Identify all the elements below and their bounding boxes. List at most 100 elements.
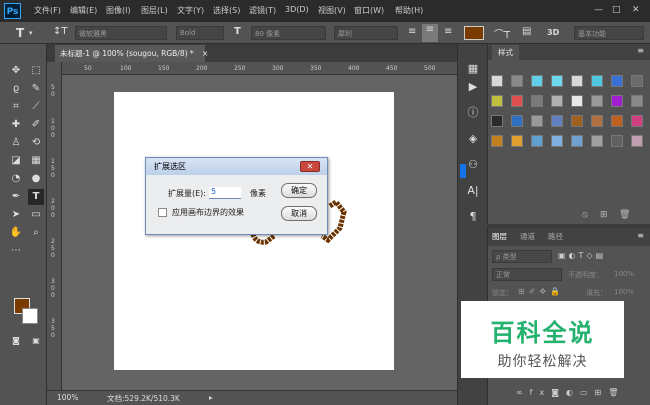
style-swatch[interactable] xyxy=(631,95,643,107)
style-swatch[interactable] xyxy=(631,75,643,87)
marquee-tool-icon[interactable]: ⬚ xyxy=(29,64,43,78)
opacity-value[interactable]: 100% xyxy=(614,270,634,278)
ok-button[interactable]: 确定 xyxy=(281,183,317,198)
font-family-select[interactable]: 微软雅黑 xyxy=(75,26,167,40)
quick-select-tool-icon[interactable]: ✎ xyxy=(29,82,43,96)
cancel-button[interactable]: 取消 xyxy=(281,206,317,221)
layer-filter-icons[interactable]: ▣◐T◇▤ xyxy=(558,251,606,260)
apply-canvas-bounds-checkbox[interactable] xyxy=(158,208,167,217)
history-brush-tool-icon[interactable]: ⟲ xyxy=(29,136,43,150)
blend-mode-select[interactable]: 正常 xyxy=(492,268,562,281)
style-swatch[interactable] xyxy=(531,135,543,147)
style-swatch[interactable] xyxy=(611,115,623,127)
quick-mask-icon[interactable]: ◙ xyxy=(9,334,23,348)
eraser-tool-icon[interactable]: ◪ xyxy=(9,154,23,168)
style-swatch[interactable] xyxy=(491,115,503,127)
style-swatch[interactable] xyxy=(611,135,623,147)
rectangle-tool-icon[interactable]: ▭ xyxy=(29,208,43,222)
text-color-swatch[interactable] xyxy=(464,26,484,40)
layer-filter-select[interactable]: ρ 类型 xyxy=(492,250,552,263)
style-swatch[interactable] xyxy=(591,135,603,147)
move-tool-icon[interactable]: ✥ xyxy=(9,64,23,78)
antialias-select[interactable]: 犀利 xyxy=(334,26,398,40)
style-swatch[interactable] xyxy=(511,115,523,127)
healing-brush-tool-icon[interactable]: ✚ xyxy=(9,118,23,132)
fill-value[interactable]: 100% xyxy=(614,288,634,296)
character-panel-icon[interactable]: ▤ xyxy=(522,26,531,37)
blur-tool-icon[interactable]: ◔ xyxy=(9,172,23,186)
clone-stamp-tool-icon[interactable]: ♙ xyxy=(9,136,23,150)
align-right-icon[interactable]: ≡ xyxy=(444,26,452,37)
style-swatch[interactable] xyxy=(491,75,503,87)
align-left-icon[interactable]: ≡ xyxy=(408,26,416,37)
clear-style-icon[interactable]: ⦸ xyxy=(582,210,588,220)
menu-3d[interactable]: 3D(D) xyxy=(285,5,309,14)
brush-tool-icon[interactable]: ✐ xyxy=(29,118,43,132)
clone-source-icon[interactable]: ⚇ xyxy=(465,158,481,172)
style-swatch[interactable] xyxy=(531,75,543,87)
menu-help[interactable]: 帮助(H) xyxy=(395,5,423,16)
chevron-down-icon[interactable]: ▾ xyxy=(29,29,33,37)
menu-filter[interactable]: 滤镜(T) xyxy=(249,5,276,16)
text-orientation-icon[interactable]: ↕T xyxy=(53,26,68,37)
actions-play-icon[interactable]: ▶ xyxy=(465,80,481,94)
style-swatch[interactable] xyxy=(591,95,603,107)
style-swatch[interactable] xyxy=(491,135,503,147)
gradient-tool-icon[interactable]: ▦ xyxy=(29,154,43,168)
zoom-level[interactable]: 100% xyxy=(57,393,78,402)
info-panel-icon[interactable]: ⓘ xyxy=(465,106,481,120)
path-select-tool-icon[interactable]: ➤ xyxy=(9,208,23,222)
style-swatch[interactable] xyxy=(571,135,583,147)
style-swatch[interactable] xyxy=(491,95,503,107)
menu-type[interactable]: 文字(Y) xyxy=(177,5,204,16)
tab-styles[interactable]: 样式 xyxy=(492,45,519,60)
style-swatch[interactable] xyxy=(591,75,603,87)
minimize-button[interactable]: — xyxy=(594,5,603,15)
menu-select[interactable]: 选择(S) xyxy=(213,5,240,16)
style-swatch[interactable] xyxy=(551,75,563,87)
delete-style-icon[interactable]: 🗑 xyxy=(619,210,630,220)
style-swatch[interactable] xyxy=(631,115,643,127)
font-size-select[interactable]: 80 像素 xyxy=(251,26,326,40)
tab-paths[interactable]: 路径 xyxy=(548,231,563,242)
paragraph-panel-icon[interactable]: ¶ xyxy=(465,210,481,224)
character-panel-icon[interactable]: A| xyxy=(465,184,481,198)
style-swatch[interactable] xyxy=(551,115,563,127)
hand-tool-icon[interactable]: ✋ xyxy=(9,226,23,240)
status-arrow-icon[interactable]: ▸ xyxy=(209,393,213,402)
menu-image[interactable]: 图像(I) xyxy=(106,5,131,16)
screen-mode-icon[interactable]: ▣ xyxy=(29,334,43,348)
new-style-icon[interactable]: ⊞ xyxy=(600,210,608,220)
type-tool-preset-icon[interactable]: T xyxy=(16,26,24,40)
menu-edit[interactable]: 编辑(E) xyxy=(70,5,97,16)
layer-actions-icons[interactable]: ∞fx◙◐▭⊞🗑 xyxy=(516,388,625,397)
style-swatch[interactable] xyxy=(631,135,643,147)
edit-toolbar-icon[interactable]: ⋯ xyxy=(9,244,23,258)
menu-window[interactable]: 窗口(W) xyxy=(354,5,384,16)
menu-file[interactable]: 文件(F) xyxy=(34,5,61,16)
lock-icons[interactable]: ⊞✐✥🔒 xyxy=(518,287,564,296)
pen-tool-icon[interactable]: ✒ xyxy=(9,190,23,204)
restore-button[interactable]: □ xyxy=(612,5,621,15)
menu-layer[interactable]: 图层(L) xyxy=(141,5,168,16)
menu-view[interactable]: 视图(V) xyxy=(318,5,346,16)
dialog-close-button[interactable]: ✕ xyxy=(300,161,320,172)
style-swatch[interactable] xyxy=(571,95,583,107)
dodge-tool-icon[interactable]: ● xyxy=(29,172,43,186)
style-swatch[interactable] xyxy=(531,115,543,127)
style-swatch[interactable] xyxy=(511,135,523,147)
paths-panel-icon[interactable]: ◈ xyxy=(465,132,481,146)
style-swatch[interactable] xyxy=(511,75,523,87)
style-swatch[interactable] xyxy=(531,95,543,107)
panel-menu-icon[interactable]: ≡ xyxy=(637,46,644,55)
style-swatch[interactable] xyxy=(551,135,563,147)
tab-layers[interactable]: 图层 xyxy=(492,231,507,242)
align-center-icon[interactable]: ≡ xyxy=(422,24,438,42)
crop-tool-icon[interactable]: ⌗ xyxy=(9,100,23,114)
style-swatch[interactable] xyxy=(611,75,623,87)
tab-channels[interactable]: 通道 xyxy=(520,231,535,242)
style-swatch[interactable] xyxy=(551,95,563,107)
style-swatch[interactable] xyxy=(591,115,603,127)
close-tab-icon[interactable]: × xyxy=(202,49,208,58)
zoom-tool-icon[interactable]: ⌕ xyxy=(29,226,43,240)
